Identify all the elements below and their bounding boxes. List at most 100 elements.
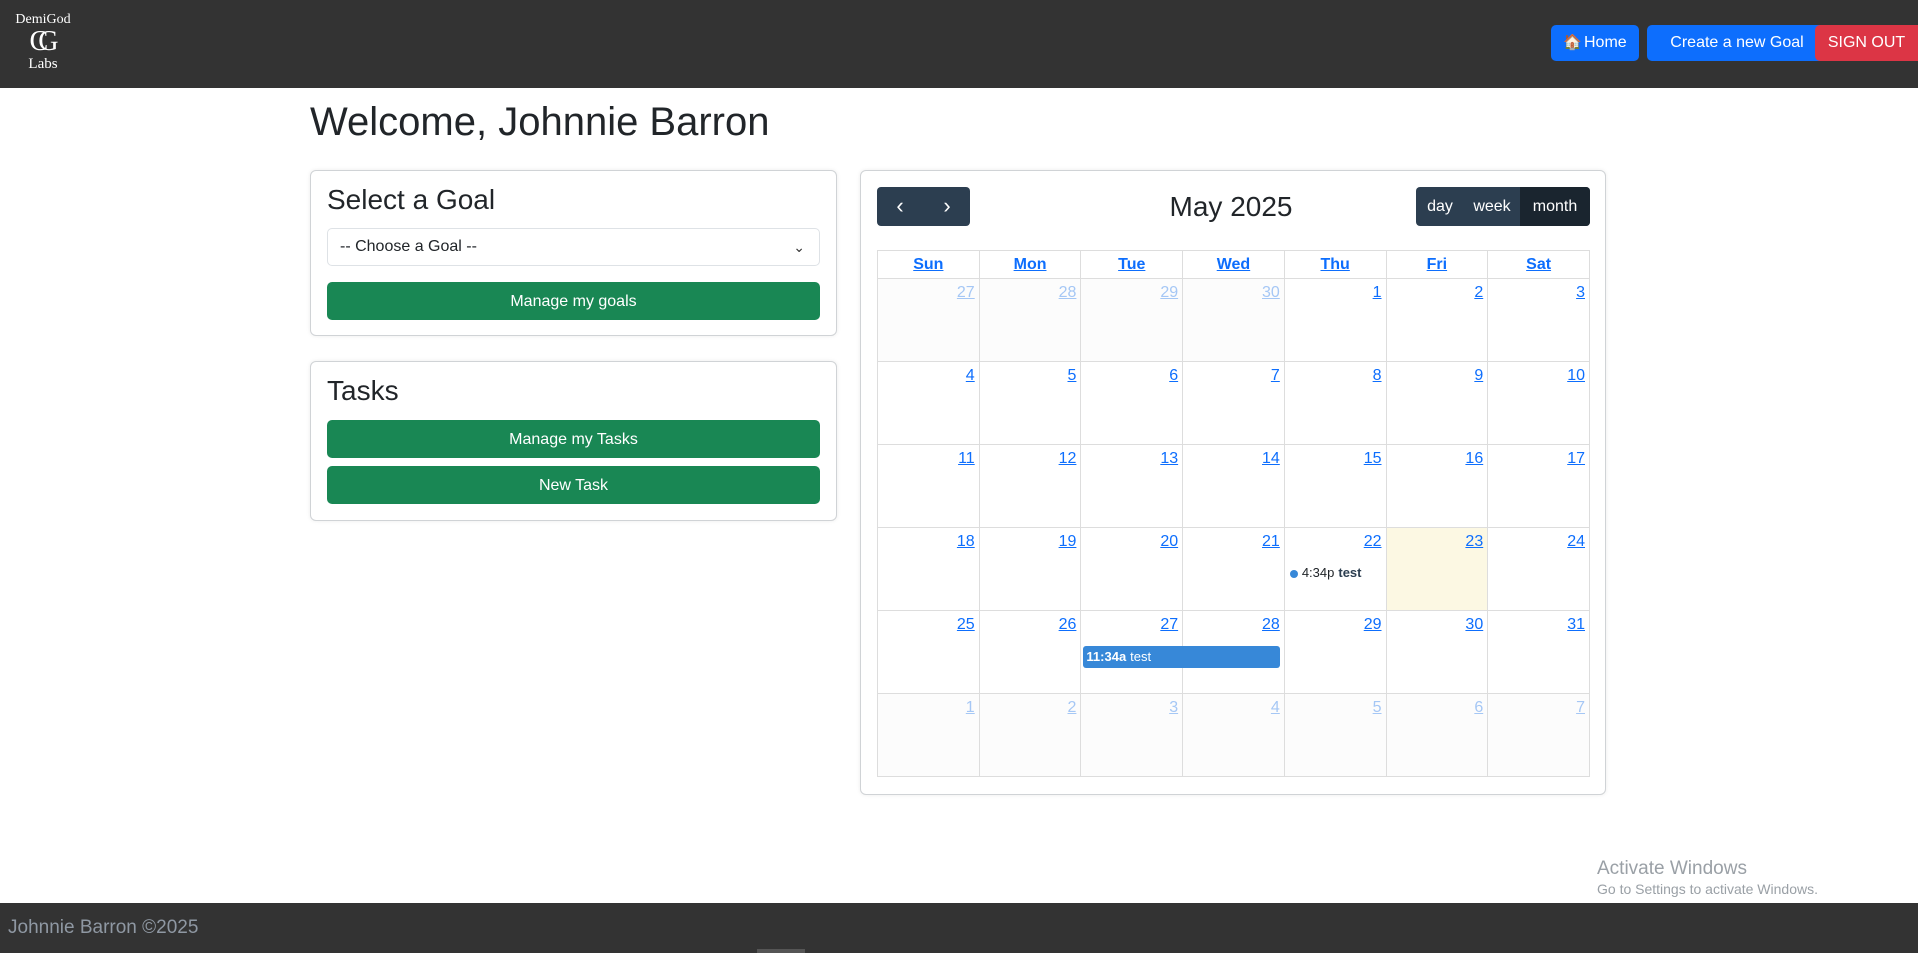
chevron-left-icon[interactable]: ‹ xyxy=(877,187,923,226)
calendar-event[interactable]: 11:34a test xyxy=(1083,646,1281,668)
day-number[interactable]: 22 xyxy=(1285,528,1386,551)
calendar-event[interactable]: 4:34p test xyxy=(1289,565,1361,580)
day-cell[interactable]: 6 xyxy=(1385,693,1489,777)
day-number[interactable]: 12 xyxy=(980,445,1081,468)
day-cell[interactable]: 9 xyxy=(1385,361,1489,445)
day-cell[interactable]: 4 xyxy=(877,361,980,445)
view-week-button[interactable]: week xyxy=(1464,187,1520,226)
weekday-header[interactable]: Tue xyxy=(1080,250,1184,279)
day-number[interactable]: 24 xyxy=(1488,528,1589,551)
day-number[interactable]: 2 xyxy=(1387,279,1488,302)
today-cell[interactable]: 23 xyxy=(1385,527,1489,611)
goal-select[interactable]: -- Choose a Goal -- ⌄ xyxy=(327,228,820,266)
day-number[interactable]: 9 xyxy=(1387,362,1488,385)
day-number[interactable]: 30 xyxy=(1183,279,1284,302)
day-number[interactable]: 6 xyxy=(1081,362,1182,385)
manage-goals-button[interactable]: Manage my goals xyxy=(327,282,820,320)
day-number[interactable]: 28 xyxy=(980,279,1081,302)
day-number[interactable]: 16 xyxy=(1387,445,1488,468)
day-cell[interactable]: 19 xyxy=(978,527,1082,611)
day-number[interactable]: 1 xyxy=(878,694,979,717)
day-number[interactable]: 5 xyxy=(980,362,1081,385)
day-cell[interactable]: 30 xyxy=(1385,610,1489,694)
day-number[interactable]: 13 xyxy=(1081,445,1182,468)
day-number[interactable]: 6 xyxy=(1387,694,1488,717)
weekday-header[interactable]: Wed xyxy=(1182,250,1285,279)
day-number[interactable]: 29 xyxy=(1081,279,1182,302)
day-cell[interactable]: 29 xyxy=(1283,610,1387,694)
scroll-handle[interactable] xyxy=(757,949,805,953)
day-cell[interactable]: 3 xyxy=(1080,693,1184,777)
day-cell[interactable]: 1 xyxy=(877,693,980,777)
day-number[interactable]: 8 xyxy=(1285,362,1386,385)
day-cell[interactable]: 10 xyxy=(1487,361,1590,445)
day-cell[interactable]: 11 xyxy=(877,444,980,528)
day-number[interactable]: 5 xyxy=(1285,694,1386,717)
day-number[interactable]: 4 xyxy=(1183,694,1284,717)
day-cell[interactable]: 8 xyxy=(1283,361,1387,445)
day-cell[interactable]: 3 xyxy=(1487,278,1590,362)
day-cell[interactable]: 20 xyxy=(1080,527,1184,611)
day-cell[interactable]: 22 4:34p test xyxy=(1283,527,1387,611)
day-cell[interactable]: 7 xyxy=(1182,361,1285,445)
day-number[interactable]: 7 xyxy=(1488,694,1589,717)
chevron-right-icon[interactable]: › xyxy=(924,187,970,226)
day-cell[interactable]: 21 xyxy=(1182,527,1285,611)
sign-out-button[interactable]: SIGN OUT xyxy=(1815,25,1918,61)
day-number[interactable]: 25 xyxy=(878,611,979,634)
manage-tasks-button[interactable]: Manage my Tasks xyxy=(327,420,820,458)
day-number[interactable]: 19 xyxy=(980,528,1081,551)
day-number[interactable]: 3 xyxy=(1488,279,1589,302)
day-number[interactable]: 31 xyxy=(1488,611,1589,634)
day-cell[interactable]: 27 xyxy=(877,278,980,362)
day-number[interactable]: 10 xyxy=(1488,362,1589,385)
view-month-button[interactable]: month xyxy=(1520,187,1590,226)
day-number[interactable]: 2 xyxy=(980,694,1081,717)
day-cell[interactable]: 18 xyxy=(877,527,980,611)
day-cell[interactable]: 5 xyxy=(1283,693,1387,777)
day-number[interactable]: 4 xyxy=(878,362,979,385)
day-cell[interactable]: 1 xyxy=(1283,278,1387,362)
day-number[interactable]: 23 xyxy=(1387,528,1488,551)
day-number[interactable]: 29 xyxy=(1285,611,1386,634)
day-number[interactable]: 14 xyxy=(1183,445,1284,468)
day-cell[interactable]: 26 xyxy=(978,610,1082,694)
day-cell[interactable]: 5 xyxy=(978,361,1082,445)
view-day-button[interactable]: day xyxy=(1416,187,1464,226)
day-cell[interactable]: 28 xyxy=(978,278,1082,362)
new-task-button[interactable]: New Task xyxy=(327,466,820,504)
day-number[interactable]: 18 xyxy=(878,528,979,551)
day-cell[interactable]: 31 xyxy=(1487,610,1590,694)
day-number[interactable]: 7 xyxy=(1183,362,1284,385)
day-cell[interactable]: 2 xyxy=(1385,278,1489,362)
day-number[interactable]: 28 xyxy=(1183,611,1284,634)
weekday-header[interactable]: Sun xyxy=(877,250,980,279)
day-cell[interactable]: 27 11:34a test xyxy=(1080,610,1281,694)
weekday-header[interactable]: Mon xyxy=(978,250,1082,279)
day-number[interactable]: 17 xyxy=(1488,445,1589,468)
day-cell[interactable]: 14 xyxy=(1182,444,1285,528)
day-cell[interactable]: 12 xyxy=(978,444,1082,528)
day-cell[interactable]: 25 xyxy=(877,610,980,694)
day-cell[interactable]: 2 xyxy=(978,693,1082,777)
day-number[interactable]: 15 xyxy=(1285,445,1386,468)
weekday-header[interactable]: Sat xyxy=(1487,250,1590,279)
day-number[interactable]: 3 xyxy=(1081,694,1182,717)
weekday-header[interactable]: Fri xyxy=(1385,250,1489,279)
day-number[interactable]: 1 xyxy=(1285,279,1386,302)
day-number[interactable]: 11 xyxy=(878,445,979,468)
day-cell[interactable]: 17 xyxy=(1487,444,1590,528)
day-cell[interactable]: 6 xyxy=(1080,361,1184,445)
weekday-header[interactable]: Thu xyxy=(1283,250,1387,279)
day-number[interactable]: 30 xyxy=(1387,611,1488,634)
day-number[interactable]: 21 xyxy=(1183,528,1284,551)
day-cell[interactable]: 7 xyxy=(1487,693,1590,777)
logo[interactable]: DemiGod CG Labs xyxy=(10,12,76,78)
day-number[interactable]: 20 xyxy=(1081,528,1182,551)
day-cell[interactable]: 13 xyxy=(1080,444,1184,528)
day-cell[interactable]: 15 xyxy=(1283,444,1387,528)
day-cell[interactable]: 16 xyxy=(1385,444,1489,528)
day-number[interactable]: 27 xyxy=(1081,611,1182,634)
day-cell[interactable]: 30 xyxy=(1182,278,1285,362)
home-button[interactable]: 🏠 Home xyxy=(1551,25,1639,61)
